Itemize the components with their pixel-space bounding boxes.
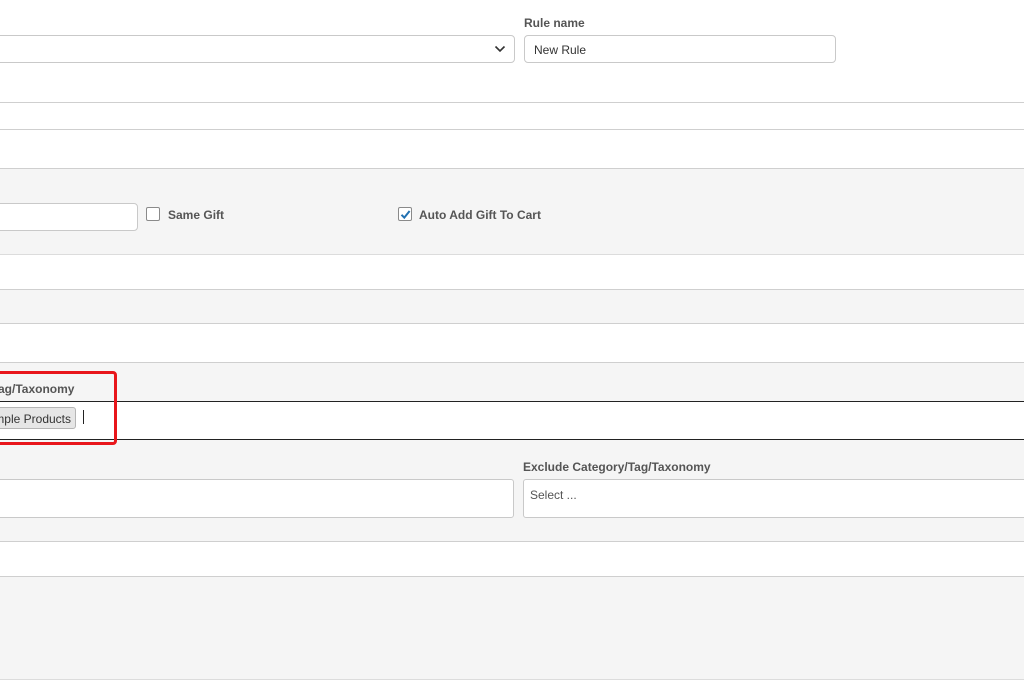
empty-row xyxy=(0,289,1024,324)
exclude-taxonomy-select[interactable]: Select ... xyxy=(523,479,1024,518)
gift-quantity-input[interactable] xyxy=(0,203,138,231)
auto-add-gift-checkbox[interactable] xyxy=(398,207,412,221)
exclude-taxonomy-placeholder: Select ... xyxy=(530,488,577,502)
highlight-box xyxy=(0,371,117,445)
exclude-taxonomy-label: Exclude Category/Tag/Taxonomy xyxy=(523,460,711,474)
same-gift-checkbox[interactable] xyxy=(146,207,160,221)
row-divider xyxy=(0,102,1024,103)
rule-name-value: New Rule xyxy=(534,43,587,57)
row-divider xyxy=(0,129,1024,130)
same-gift-label: Same Gift xyxy=(168,208,225,222)
auto-add-gift-label: Auto Add Gift To Cart xyxy=(419,208,541,222)
category-input[interactable] xyxy=(0,479,514,518)
include-taxonomy-field[interactable]: mple Products xyxy=(0,401,1024,440)
checkmark-icon xyxy=(400,210,411,220)
chevron-down-icon xyxy=(494,45,506,53)
rule-type-select[interactable] xyxy=(0,35,515,63)
rule-name-input[interactable]: New Rule xyxy=(524,35,836,63)
bottom-row xyxy=(0,576,1024,680)
rule-name-label: Rule name xyxy=(524,16,585,30)
